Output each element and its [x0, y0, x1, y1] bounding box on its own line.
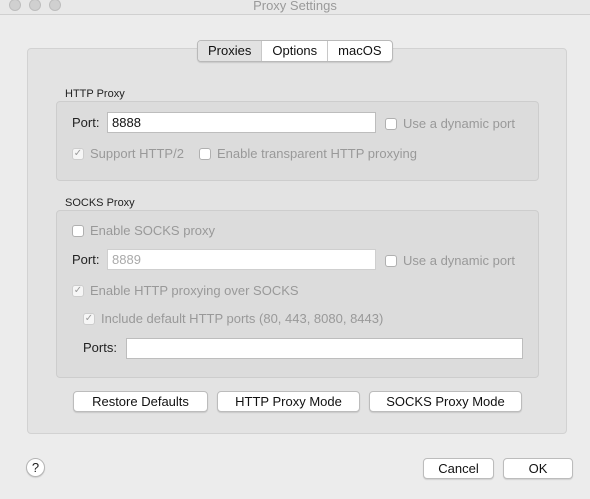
support-http2-label: Support HTTP/2: [90, 146, 184, 161]
include-default-ports-checkbox[interactable]: ✓ Include default HTTP ports (80, 443, 8…: [83, 311, 383, 326]
checkmark-icon: ✓: [72, 284, 84, 297]
tab-bar: Proxies Options macOS: [197, 40, 393, 62]
http-port-input[interactable]: 8888: [107, 112, 376, 133]
restore-defaults-button[interactable]: Restore Defaults: [73, 391, 208, 412]
checkbox-box: [199, 147, 211, 160]
support-http2-checkbox[interactable]: ✓ Support HTTP/2: [72, 146, 184, 161]
cancel-button[interactable]: Cancel: [423, 458, 494, 479]
http-proxy-mode-button[interactable]: HTTP Proxy Mode: [217, 391, 360, 412]
ok-button[interactable]: OK: [503, 458, 573, 479]
http-over-socks-label: Enable HTTP proxying over SOCKS: [90, 283, 299, 298]
socks-proxy-group-label: SOCKS Proxy: [65, 197, 135, 209]
transparent-proxying-checkbox[interactable]: Enable transparent HTTP proxying: [199, 146, 417, 161]
socks-dynamic-port-label: Use a dynamic port: [403, 253, 515, 268]
enable-socks-checkbox[interactable]: Enable SOCKS proxy: [72, 223, 215, 238]
http-dynamic-port-checkbox[interactable]: Use a dynamic port: [385, 116, 515, 131]
enable-socks-label: Enable SOCKS proxy: [90, 223, 216, 238]
checkmark-icon: ✓: [83, 312, 95, 325]
ports-input[interactable]: [126, 338, 523, 359]
checkbox-box: [385, 117, 397, 130]
http-port-label: Port:: [72, 115, 100, 130]
window-titlebar: Proxy Settings: [0, 0, 590, 15]
socks-port-input[interactable]: 8889: [107, 249, 376, 270]
socks-proxy-mode-button[interactable]: SOCKS Proxy Mode: [369, 391, 522, 412]
tab-proxies[interactable]: Proxies: [198, 41, 263, 61]
help-icon[interactable]: ?: [26, 458, 45, 477]
http-over-socks-checkbox[interactable]: ✓ Enable HTTP proxying over SOCKS: [72, 283, 299, 298]
checkbox-box: [385, 254, 397, 267]
include-default-ports-label: Include default HTTP ports (80, 443, 808…: [101, 311, 384, 326]
tab-options[interactable]: Options: [262, 41, 329, 61]
socks-port-label: Port:: [72, 252, 100, 267]
http-proxy-group-label: HTTP Proxy: [65, 88, 125, 100]
tab-macos[interactable]: macOS: [328, 41, 391, 61]
http-dynamic-port-label: Use a dynamic port: [403, 116, 515, 131]
checkmark-icon: ✓: [72, 147, 84, 160]
checkbox-box: [72, 224, 84, 237]
ports-label: Ports:: [83, 340, 117, 355]
transparent-proxying-label: Enable transparent HTTP proxying: [217, 146, 417, 161]
socks-dynamic-port-checkbox[interactable]: Use a dynamic port: [385, 253, 515, 268]
window-title: Proxy Settings: [253, 0, 337, 13]
